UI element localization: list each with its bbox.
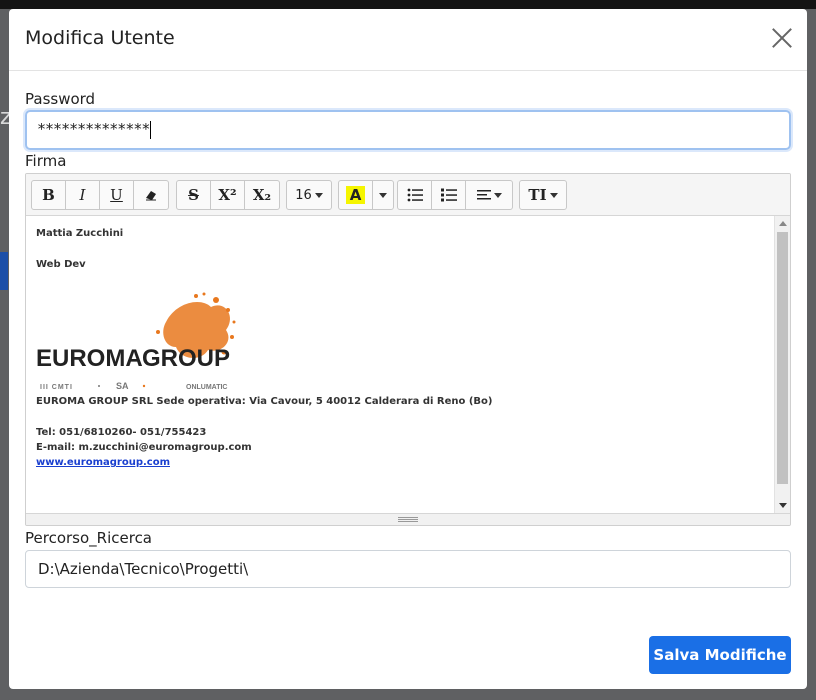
signature-website-link[interactable]: www.euromagroup.com: [36, 457, 170, 468]
euroma-logo: EUROMA GROUP III CMTI SA ONLUMATIC: [36, 292, 236, 392]
scroll-up-icon[interactable]: [779, 221, 787, 226]
percorso-ricerca-field[interactable]: D:\Azienda\Tecnico\Progetti\: [25, 550, 791, 588]
highlight-letter: A: [345, 186, 366, 204]
numbered-list-button[interactable]: [432, 181, 466, 209]
close-icon[interactable]: [771, 27, 793, 49]
password-value: **************: [37, 120, 150, 138]
font-size-group: 16: [286, 180, 332, 210]
password-label: Password: [25, 90, 96, 108]
eraser-icon: [146, 191, 156, 201]
signature-editor: B I U S X² X₂ 16 A TI Mattia Zucchini We…: [25, 173, 791, 526]
superscript-button[interactable]: X²: [211, 181, 245, 209]
align-left-icon: [476, 190, 491, 200]
text-size-label: TI: [528, 186, 547, 204]
modal-title: Modifica Utente: [25, 27, 175, 49]
script-group: S X² X₂: [176, 180, 280, 210]
chevron-down-icon: [493, 192, 502, 198]
bullet-list-button[interactable]: [398, 181, 432, 209]
save-button[interactable]: Salva Modifiche: [649, 636, 791, 674]
underline-button[interactable]: U: [100, 181, 134, 209]
bullet-list-icon: [407, 188, 423, 202]
signature-tel: Tel: 051/6810260- 051/755423: [36, 427, 207, 438]
bold-button[interactable]: B: [32, 181, 66, 209]
partner-sa: SA: [116, 381, 129, 391]
font-size-value: 16: [295, 187, 312, 203]
percorso-label: Percorso_Ricerca: [25, 529, 153, 547]
logo-text-bold: EUROMA: [36, 345, 143, 372]
signature-address: EUROMA GROUP SRL Sede operativa: Via Cav…: [36, 396, 493, 407]
modal-header: Modifica Utente: [9, 9, 807, 71]
color-dropdown-button[interactable]: [373, 181, 393, 209]
edit-user-modal: Modifica Utente Password ************** …: [9, 9, 807, 689]
editor-toolbar: B I U S X² X₂ 16 A TI: [26, 174, 790, 216]
subscript-button[interactable]: X₂: [245, 181, 279, 209]
signature-email: E-mail: m.zucchini@euromagroup.com: [36, 442, 252, 453]
password-field[interactable]: **************: [25, 110, 791, 150]
top-strip: [0, 0, 816, 9]
scroll-thumb[interactable]: [777, 232, 788, 484]
signature-role: Web Dev: [36, 259, 86, 270]
partner-onlumatic: ONLUMATIC: [186, 384, 227, 391]
text-size-group: TI: [519, 180, 567, 210]
numbered-list-icon: [440, 188, 457, 202]
strikethrough-button[interactable]: S: [177, 181, 211, 209]
editor-resize-handle[interactable]: [26, 513, 790, 525]
format-group: B I U: [31, 180, 169, 210]
editor-content[interactable]: Mattia Zucchini Web Dev EUROMA GROUP III…: [26, 216, 774, 513]
chevron-down-icon: [379, 192, 387, 198]
euroma-logo-graphic: EUROMA GROUP III CMTI SA ONLUMATIC: [36, 292, 236, 391]
italic-button[interactable]: I: [66, 181, 100, 209]
firma-label: Firma: [25, 152, 67, 170]
signature-name: Mattia Zucchini: [36, 228, 124, 239]
background-button-fragment: [0, 252, 8, 290]
list-group: [397, 180, 513, 210]
resize-grip-icon: [398, 517, 418, 522]
scroll-down-icon[interactable]: [779, 503, 787, 508]
align-dropdown[interactable]: [466, 181, 512, 209]
partner-cmti: III CMTI: [40, 384, 73, 391]
font-size-dropdown[interactable]: 16: [287, 181, 331, 209]
color-group: A: [338, 180, 394, 210]
text-size-dropdown[interactable]: TI: [520, 181, 566, 209]
editor-scrollbar[interactable]: [774, 216, 790, 513]
chevron-down-icon: [314, 192, 323, 198]
chevron-down-icon: [549, 192, 558, 198]
logo-text-light: GROUP: [142, 345, 230, 372]
text-caret: [150, 120, 152, 139]
eraser-button[interactable]: [134, 181, 168, 209]
text-color-button[interactable]: A: [339, 181, 373, 209]
